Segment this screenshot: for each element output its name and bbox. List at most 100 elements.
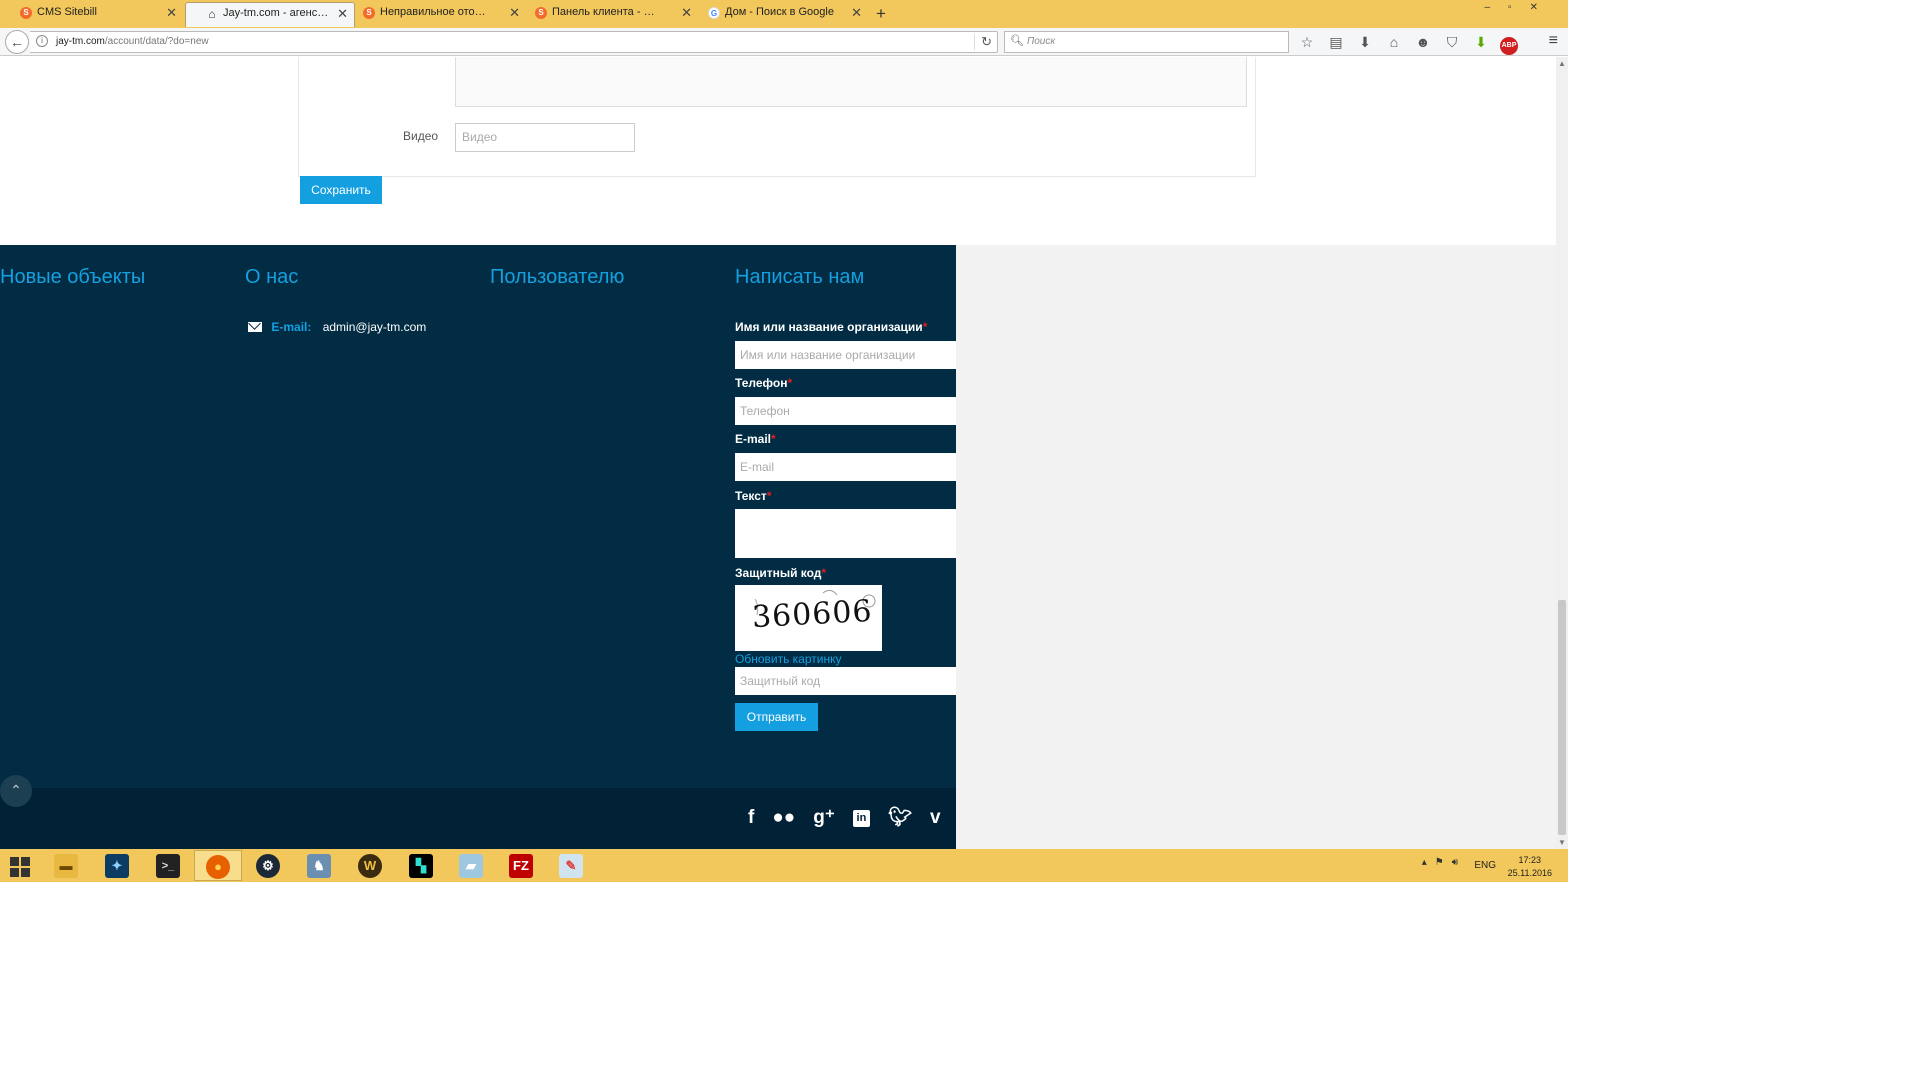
home-icon[interactable]: ⌂	[1384, 32, 1404, 52]
tab-client-panel[interactable]: S Панель клиента - CMS Si... ✕	[515, 2, 698, 27]
tab-label: Неправильное отображе...	[380, 6, 490, 18]
name-input[interactable]: Имя или название организации	[735, 341, 956, 369]
reload-icon[interactable]: ↻	[974, 34, 992, 50]
heading-new-objects[interactable]: Новые объекты	[0, 266, 145, 289]
captcha-image: 360606	[735, 585, 882, 651]
tab-google-search[interactable]: G Дом - Поиск в Google ✕	[688, 2, 868, 27]
green-download-icon[interactable]: ⬇	[1471, 32, 1491, 52]
language-indicator[interactable]: ENG	[1474, 860, 1496, 871]
character-taskbar-icon[interactable]: ♞	[295, 850, 343, 881]
tab-label: Jay-tm.com - агенство не...	[223, 7, 333, 19]
required-mark: *	[766, 489, 772, 503]
email-field-label: E-mail*	[735, 432, 776, 446]
clock[interactable]: 17:23 25.11.2016	[1508, 854, 1552, 880]
home-icon: ⌂	[208, 7, 216, 21]
url-domain: jay-tm.com	[56, 36, 105, 47]
window-controls[interactable]: –▫✕	[1485, 2, 1557, 13]
video-label: Видео	[403, 129, 439, 143]
filezilla-taskbar-icon[interactable]: FZ	[497, 850, 545, 881]
bookmark-star-icon[interactable]: ☆	[1297, 32, 1317, 52]
new-tab-button[interactable]: +	[876, 4, 886, 24]
sitebill-icon: S	[363, 7, 375, 19]
heading-about[interactable]: О нас	[245, 266, 298, 289]
scroll-thumb[interactable]	[1558, 600, 1566, 835]
google-plus-icon[interactable]: g⁺	[813, 805, 835, 831]
bookmarks-list-icon[interactable]: ▤	[1326, 32, 1346, 52]
explorer-taskbar-icon[interactable]: ▬	[42, 850, 90, 881]
captcha-label: Защитный код*	[735, 566, 826, 580]
footer-email: E-mail: admin@jay-tm.com	[248, 320, 426, 334]
captcha-code: 360606	[751, 593, 874, 636]
dev-tool-taskbar-icon[interactable]: ✦	[93, 850, 141, 881]
close-icon[interactable]: ✕	[166, 2, 177, 23]
download-arrow-icon[interactable]: ⬇	[1355, 32, 1375, 52]
email-label: E-mail:	[271, 320, 312, 334]
required-mark: *	[821, 566, 827, 580]
text-label-text: Текст	[735, 489, 767, 503]
email-field-label-text: E-mail	[735, 432, 772, 446]
search-icon: 🔍︎	[1010, 35, 1024, 47]
message-textarea[interactable]	[735, 509, 956, 558]
tray-icons[interactable]: ▴⚑🔊︎	[1422, 857, 1466, 868]
toolbar-icons: ☆ ▤ ⬇ ⌂ ☻ ⛉ ⬇ ABP	[1297, 32, 1527, 55]
url-path: /account/data/?do=new	[104, 36, 209, 47]
vimeo-icon[interactable]: v	[930, 805, 941, 831]
linkedin-icon[interactable]: in	[852, 810, 870, 827]
menu-icon[interactable]: ≡	[1549, 32, 1558, 50]
clock-date: 25.11.2016	[1507, 868, 1552, 878]
refresh-captcha-link[interactable]: Обновить картинку	[735, 652, 841, 666]
facebook-icon[interactable]: f	[748, 805, 754, 831]
google-icon: G	[708, 7, 720, 19]
twitter-icon[interactable]: 🐦︎	[888, 805, 912, 831]
warcraft-taskbar-icon[interactable]: W	[346, 850, 394, 881]
phone-input[interactable]: Телефон	[735, 397, 956, 425]
pixel-app-taskbar-icon[interactable]: ▚	[397, 850, 445, 881]
captcha-input[interactable]: Защитный код	[735, 667, 956, 695]
tab-jay-tm[interactable]: ⌂ Jay-tm.com - агенство не... ✕	[185, 2, 355, 27]
terminal-taskbar-icon[interactable]: >_	[144, 850, 192, 881]
url-text: jay-tm.com/account/data/?do=new	[56, 36, 209, 47]
email-input[interactable]: E-mail	[735, 453, 956, 481]
info-icon[interactable]: i	[36, 35, 48, 47]
tab-label: Дом - Поиск в Google	[725, 6, 834, 18]
paint-taskbar-icon[interactable]: ✎	[547, 850, 595, 881]
tab-cms-sitebill[interactable]: S CMS Sitebill ✕	[0, 2, 183, 27]
social-links: f ●● g⁺ in 🐦︎ v	[748, 805, 959, 831]
description-textarea[interactable]	[455, 57, 1247, 107]
save-button[interactable]: Сохранить	[300, 176, 382, 204]
heading-write-us: Написать нам	[735, 266, 865, 288]
windows-start-icon[interactable]	[10, 857, 30, 877]
firefox-taskbar-icon[interactable]: ●	[194, 850, 242, 881]
text-label: Текст*	[735, 489, 771, 503]
name-label: Имя или название организации*	[735, 320, 927, 334]
url-bar[interactable]: i jay-tm.com/account/data/?do=new ↻	[30, 31, 998, 53]
required-mark: *	[922, 320, 928, 334]
required-mark: *	[787, 376, 793, 390]
tab-label: Панель клиента - CMS Si...	[552, 6, 662, 18]
send-button[interactable]: Отправить	[735, 703, 818, 731]
sitebill-icon: S	[535, 7, 547, 19]
page-viewport: Видео Видео Сохранить Новые объекты О на…	[0, 57, 1556, 849]
sitebill-icon: S	[20, 7, 32, 19]
pocket-icon[interactable]: ⛉	[1442, 32, 1462, 52]
email-address[interactable]: admin@jay-tm.com	[323, 320, 427, 334]
heading-for-user[interactable]: Пользователю	[490, 266, 624, 289]
back-button[interactable]: ←	[5, 30, 29, 54]
smiley-icon[interactable]: ☻	[1413, 32, 1433, 52]
steam-taskbar-icon[interactable]: ⚙	[244, 850, 292, 881]
page-scrollbar[interactable]: ▲ ▼	[1556, 57, 1568, 849]
scroll-up-icon[interactable]: ▲	[1558, 59, 1566, 68]
close-icon[interactable]: ✕	[851, 2, 862, 23]
scroll-to-top-icon[interactable]: ⌃	[0, 775, 32, 807]
search-bar[interactable]: 🔍︎ Поиск	[1004, 31, 1289, 53]
video-input[interactable]: Видео	[455, 123, 635, 152]
notepad-taskbar-icon[interactable]: ▰	[447, 850, 495, 881]
tab-wrong-display[interactable]: S Неправильное отображе... ✕	[343, 2, 526, 27]
name-label-text: Имя или название организации	[735, 320, 923, 334]
adblock-icon[interactable]: ABP	[1500, 37, 1518, 55]
flickr-icon[interactable]: ●●	[772, 805, 795, 831]
tab-bar: S CMS Sitebill ✕ ⌂ Jay-tm.com - агенство…	[0, 0, 1568, 28]
taskbar: ▬ ✦ >_ ● ⚙ ♞ W ▚ ▰ FZ ✎ ▴⚑🔊︎ ENG 17:23 2…	[0, 849, 1568, 882]
nav-bar: ← i jay-tm.com/account/data/?do=new ↻ 🔍︎…	[0, 28, 1568, 56]
scroll-down-icon[interactable]: ▼	[1558, 838, 1566, 847]
